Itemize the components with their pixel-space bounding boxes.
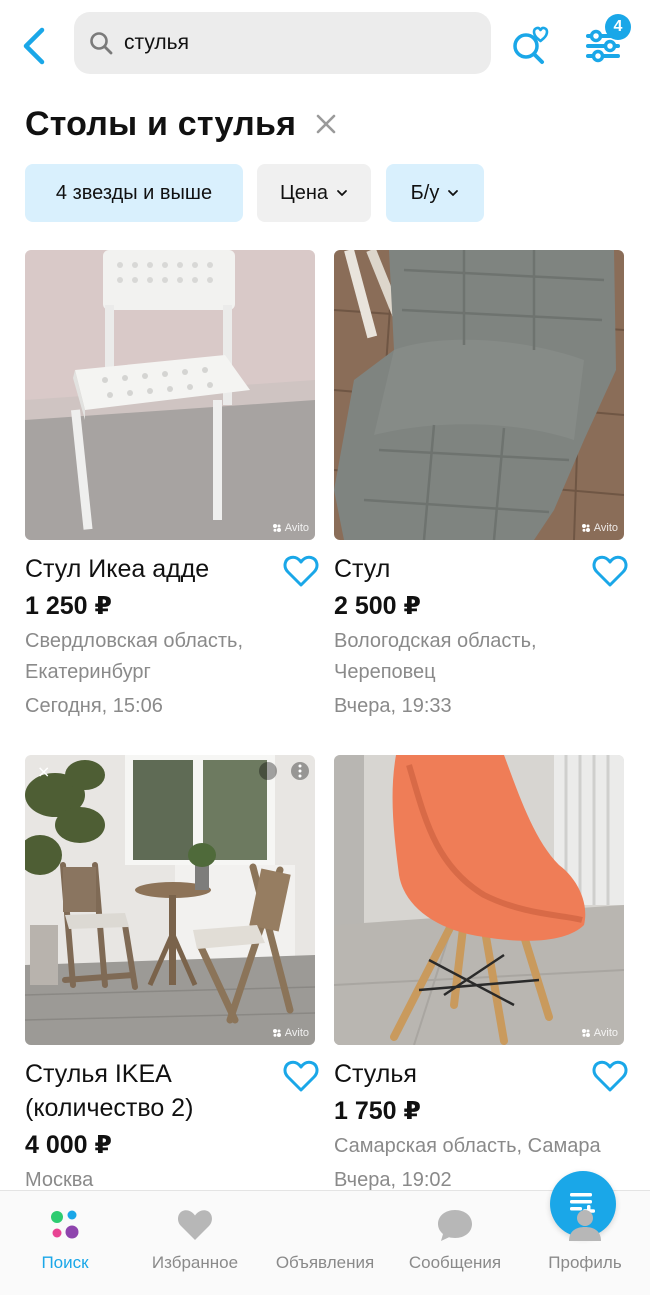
chip-label: Цена <box>279 181 329 204</box>
tab-label: Профиль <box>548 1253 622 1272</box>
watermark-text: Avito <box>284 1027 309 1039</box>
favorite-button[interactable] <box>592 1059 628 1093</box>
chip-rating[interactable]: 4 звезды и выше <box>25 164 243 222</box>
avito-logo-icon <box>581 524 590 532</box>
search-icon <box>90 32 113 55</box>
listing-photo[interactable]: Avito <box>334 250 624 540</box>
search-input[interactable] <box>124 31 454 55</box>
chip-price[interactable]: Цена <box>257 164 371 222</box>
listing-price: 2 500 ₽ <box>334 592 421 620</box>
listing-location: Самарская область, Самара <box>334 1135 601 1157</box>
chevron-left-icon <box>23 27 45 65</box>
tab-favorites[interactable]: Избранное <box>130 1191 260 1295</box>
chip-condition[interactable]: Б/у <box>386 164 484 222</box>
listing-price: 4 000 ₽ <box>25 1131 112 1159</box>
chip-label: Б/у <box>410 181 440 204</box>
avito-watermark: Avito <box>581 1027 618 1039</box>
avito-watermark: Avito <box>272 1027 309 1039</box>
avito-logo-icon <box>272 1029 281 1037</box>
listing-card[interactable]: Avito Стулья 1 750 ₽ Самарская область, … <box>334 755 628 1196</box>
close-icon[interactable] <box>314 112 338 136</box>
tab-label: Поиск <box>41 1253 89 1272</box>
listing-title[interactable]: Стулья IKEA (количество 2) <box>25 1057 265 1125</box>
grey-chair-photo <box>334 250 624 540</box>
person-icon <box>569 1210 601 1241</box>
listing-price: 1 750 ₽ <box>334 1097 421 1125</box>
tab-messages[interactable]: Сообщения <box>390 1191 520 1295</box>
listing-card[interactable]: Avito Стул Икеа адде 1 250 ₽ Свердловска… <box>25 250 319 722</box>
screen: 4 Столы и стулья 4 звезды и выше Цена Б/… <box>0 0 650 1295</box>
tab-label: Избранное <box>151 1253 239 1272</box>
listing-date: Сегодня, 15:06 <box>25 695 163 717</box>
chip-label: 4 звезды и выше <box>55 181 213 204</box>
heart-outline-icon <box>283 1060 319 1092</box>
tab-search[interactable]: Поиск <box>0 1191 130 1295</box>
svg-text:×: × <box>37 762 50 781</box>
saved-search-button[interactable] <box>508 22 552 68</box>
tab-profile[interactable]: Профиль <box>520 1191 650 1295</box>
avito-logo-icon <box>272 524 281 532</box>
tab-listings[interactable]: Объявления <box>260 1171 616 1295</box>
watermark-text: Avito <box>284 522 309 534</box>
listing-price: 1 250 ₽ <box>25 592 112 620</box>
listing-location: Вологодская область, Череповец <box>334 630 537 683</box>
filters-count-badge: 4 <box>605 14 631 40</box>
tab-label: Сообщения <box>408 1253 502 1272</box>
avito-watermark: Avito <box>581 522 618 534</box>
tab-label: Объявления <box>275 1253 375 1272</box>
heart-outline-icon <box>592 555 628 587</box>
heart-icon <box>178 1210 212 1240</box>
listing-photo[interactable]: Avito <box>25 250 315 540</box>
listing-title[interactable]: Стул Икеа адде <box>25 552 265 586</box>
listing-card[interactable]: × Avito Стулья IKEA (количество 2) 4 000… <box>25 755 319 1196</box>
listing-photo[interactable]: Avito <box>334 755 624 1045</box>
category-title: Столы и стулья <box>25 104 297 143</box>
avito-logo-icon <box>581 1029 590 1037</box>
heart-outline-icon <box>283 555 319 587</box>
chevron-down-icon <box>337 190 347 196</box>
white-chair-photo <box>25 250 315 540</box>
search-dots-icon <box>51 1210 79 1239</box>
listing-title[interactable]: Стул <box>334 552 574 586</box>
orange-chair-photo <box>334 755 624 1045</box>
heart-outline-icon <box>592 1060 628 1092</box>
listing-photo[interactable]: × Avito <box>25 755 315 1045</box>
heart-search-icon <box>513 26 549 64</box>
watermark-text: Avito <box>593 1027 618 1039</box>
chevron-down-icon <box>448 190 459 196</box>
search-bar[interactable] <box>74 12 491 74</box>
favorite-button[interactable] <box>283 554 319 588</box>
bottom-tab-bar: Поиск Избранное Объявления Сообщения Про… <box>0 1171 650 1295</box>
listing-date: Вчера, 19:33 <box>334 695 452 717</box>
top-bar: 4 <box>0 0 650 92</box>
listing-location: Свердловская область, Екатеринбург <box>25 630 244 683</box>
favorite-button[interactable] <box>283 1059 319 1093</box>
avito-watermark: Avito <box>272 522 309 534</box>
back-button[interactable] <box>18 24 54 68</box>
category-row: Столы и стулья <box>25 98 338 150</box>
listing-title[interactable]: Стулья <box>334 1057 574 1091</box>
balcony-chairs-photo: × <box>25 755 315 1045</box>
favorite-button[interactable] <box>592 554 628 588</box>
chat-bubble-icon <box>438 1210 472 1241</box>
watermark-text: Avito <box>593 522 618 534</box>
listing-card[interactable]: Avito Стул 2 500 ₽ Вологодская область, … <box>334 250 628 722</box>
